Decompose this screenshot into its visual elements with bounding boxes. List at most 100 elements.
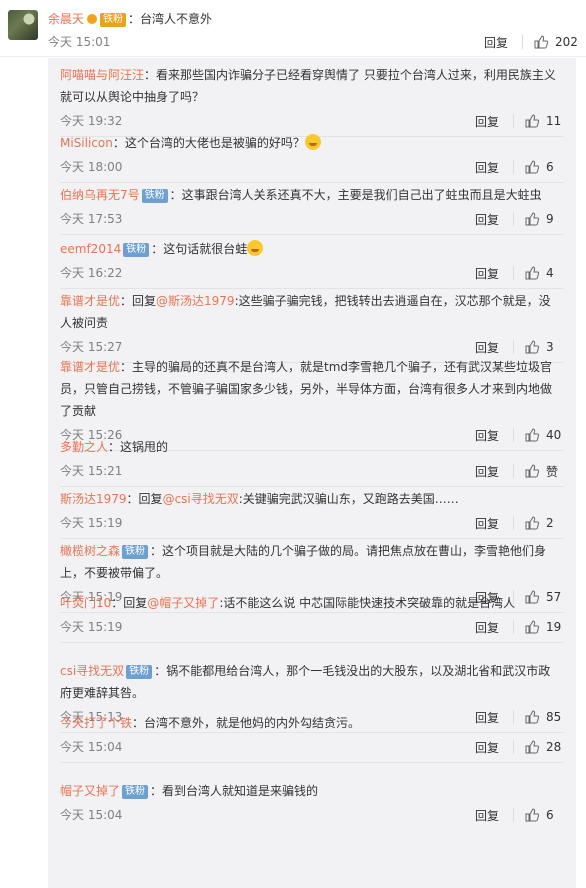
- reply-button[interactable]: 回复: [475, 709, 499, 726]
- thumbs-up-icon[interactable]: [525, 212, 540, 226]
- thumbs-up-icon[interactable]: [525, 740, 540, 754]
- reply-button[interactable]: 回复: [475, 739, 499, 756]
- reply-timestamp: 今天 15:19: [60, 516, 123, 530]
- reply-username[interactable]: 靠谱才是优: [60, 294, 120, 308]
- reply-username[interactable]: 橄榄树之森: [60, 544, 120, 558]
- reply-username[interactable]: 阿喵喵与阿汪汪: [60, 68, 144, 82]
- divider: [513, 740, 515, 754]
- like-count: 6: [546, 160, 554, 174]
- reply-username[interactable]: 帽子又掉了: [60, 784, 120, 798]
- reply-text-line: 员，只管自己捞钱，不管骗子骗国家多少钱，另外，半导体方面，台湾有很多人才来到内地…: [60, 380, 552, 398]
- reply-button[interactable]: 回复: [475, 265, 499, 282]
- reply-username[interactable]: 伯纳乌再无7号: [60, 188, 140, 202]
- reply-text: ：看到台湾人就知道是来骗钱的: [150, 784, 319, 798]
- reply-username[interactable]: 叶荧门10: [60, 596, 111, 610]
- like-count: 9: [546, 212, 554, 226]
- divider: [513, 212, 515, 226]
- reply-timestamp: 今天 16:22: [60, 266, 123, 280]
- divider: [513, 710, 515, 724]
- mention-link[interactable]: @斯汤达1979: [156, 294, 235, 308]
- thumbs-up-icon[interactable]: [525, 620, 540, 634]
- reply-actions: 回复 9: [475, 210, 554, 228]
- thumbs-up-icon[interactable]: [525, 114, 540, 128]
- reply-timestamp: 今天 18:00: [60, 160, 123, 174]
- reply-username[interactable]: 多勤之人: [60, 440, 108, 454]
- reply-divider: [60, 182, 564, 183]
- divider: [513, 114, 515, 128]
- reply-text-line: 靠谱才是优：主导的骗局的还真不是台湾人，就是tmd李雪艳几个骗子，还有武汉某些垃…: [60, 358, 552, 376]
- reply-text: ：这个项目就是大陆的几个骗子做的局。请把焦点放在曹山，李雪艳他们身: [150, 544, 547, 558]
- reply-text: ：这事跟台湾人关系还真不大，主要是我们自己出了蛀虫而且是大蛀虫: [169, 188, 542, 202]
- reply-button[interactable]: 回复: [475, 619, 499, 636]
- like-count: 11: [546, 114, 562, 128]
- reply-text-line: 人被问责: [60, 314, 108, 332]
- cry-laugh-emoji: [304, 134, 321, 150]
- thumbs-up-icon[interactable]: [525, 428, 540, 442]
- top-comment-line: 余晨天 铁粉 ：台湾人不意外: [48, 10, 212, 28]
- reply-text-line: 橄榄树之森 铁粉 ：这个项目就是大陆的几个骗子做的局。请把焦点放在曹山，李雪艳他们身: [60, 542, 546, 560]
- like-count: 19: [546, 620, 562, 634]
- fan-badge: 铁粉: [122, 785, 149, 799]
- reply-text-line: 伯纳乌再无7号 铁粉 ：这事跟台湾人关系还真不大，主要是我们自己出了蛀虫而且是大蛀虫: [60, 186, 542, 204]
- reply-list: 阿喵喵与阿汪汪：看来那些国内诈骗分子已经看穿舆情了 只要拉个台湾人过来，利用民族…: [48, 58, 576, 888]
- reply-button[interactable]: 回复: [475, 113, 499, 130]
- thumbs-up-icon[interactable]: [525, 340, 540, 354]
- reply-timestamp: 今天 15:19: [60, 620, 123, 634]
- reply-username[interactable]: MiSilicon: [60, 136, 113, 150]
- reply-text-line: 府更难辞其咎。: [60, 684, 144, 702]
- like-count: 202: [555, 35, 578, 49]
- reply-timestamp: 今天 15:27: [60, 340, 123, 354]
- thumbs-up-icon[interactable]: [525, 590, 540, 604]
- reply-text: ：主导的骗局的还真不是台湾人，就是tmd李雪艳几个骗子，还有武汉某些垃圾官: [120, 360, 553, 374]
- reply-button[interactable]: 回复: [484, 34, 508, 51]
- reply-actions: 回复 28: [475, 738, 561, 756]
- avatar[interactable]: [8, 10, 38, 40]
- reply-username[interactable]: 靠谱才是优: [60, 360, 120, 374]
- thumbs-up-icon[interactable]: [525, 808, 540, 822]
- username[interactable]: 余晨天: [48, 12, 84, 26]
- reply-username[interactable]: csi寻找无双: [60, 664, 124, 678]
- reply-button[interactable]: 回复: [475, 339, 499, 356]
- reply-button[interactable]: 回复: [475, 807, 499, 824]
- reply-button[interactable]: 回复: [475, 463, 499, 480]
- thumbs-up-icon[interactable]: [534, 35, 549, 49]
- reply-text: ：台湾不意外，就是他妈的内外勾结贪污。: [132, 716, 361, 730]
- reply-text-line: 靠谱才是优：回复@斯汤达1979:这些骗子骗完钱，把钱转出去逍遥自在，汉芯那个就…: [60, 292, 551, 310]
- reply-actions: 回复 6: [475, 158, 554, 176]
- divider: [513, 464, 515, 478]
- reply-button[interactable]: 回复: [475, 515, 499, 532]
- like-count: 40: [546, 428, 562, 442]
- reply-text-line: 多勤之人：这锅甩的: [60, 438, 168, 456]
- reply-divider: [60, 288, 564, 289]
- thumbs-up-icon[interactable]: [525, 266, 540, 280]
- reply-button[interactable]: 回复: [475, 159, 499, 176]
- reply-username[interactable]: 今天打了个铁: [60, 716, 132, 730]
- reply-text-line: 帽子又掉了 铁粉 ：看到台湾人就知道是来骗钱的: [60, 782, 318, 800]
- fan-badge: 铁粉: [100, 13, 127, 27]
- reply-text: :关键骗完武汉骗山东，又跑路去美国……: [238, 492, 459, 506]
- reply-button[interactable]: 回复: [475, 427, 499, 444]
- mention-link[interactable]: @帽子又掉了: [147, 596, 219, 610]
- thumbs-up-icon[interactable]: [525, 464, 540, 478]
- reply-divider: [60, 538, 564, 539]
- reply-text-line: 就可以从舆论中抽身了吗？: [60, 88, 204, 106]
- like-count: 3: [546, 340, 554, 354]
- reply-text: ：锅不能都甩给台湾人，那个一毛钱没出的大股东，以及湖北省和武汉市政: [154, 664, 551, 678]
- reply-text-line: 了贡献: [60, 402, 96, 420]
- reply-username[interactable]: 斯汤达1979: [60, 492, 127, 506]
- thumbs-up-icon[interactable]: [525, 160, 540, 174]
- reply-username[interactable]: eemf2014: [60, 242, 121, 256]
- reply-button[interactable]: 回复: [475, 211, 499, 228]
- divider: [513, 160, 515, 174]
- thumbs-up-icon[interactable]: [525, 710, 540, 724]
- thumbs-up-icon[interactable]: [525, 516, 540, 530]
- reply-actions: 回复 40: [475, 426, 561, 444]
- reply-divider: [60, 234, 564, 235]
- reply-text: ：这个台湾的大佬也是被骗的好吗？: [112, 136, 305, 150]
- reply-text-line: 叶荧门10：回复@帽子又掉了:话不能这么说 中芯国际能快速技术突破靠的就是台湾人: [60, 594, 515, 612]
- reply-text-line: 阿喵喵与阿汪汪：看来那些国内诈骗分子已经看穿舆情了 只要拉个台湾人过来，利用民族…: [60, 66, 556, 84]
- mention-link[interactable]: @csi寻找无双: [163, 492, 239, 506]
- fan-badge: 铁粉: [123, 243, 150, 257]
- reply-divider: [60, 612, 564, 613]
- reply-timestamp: 今天 17:53: [60, 212, 123, 226]
